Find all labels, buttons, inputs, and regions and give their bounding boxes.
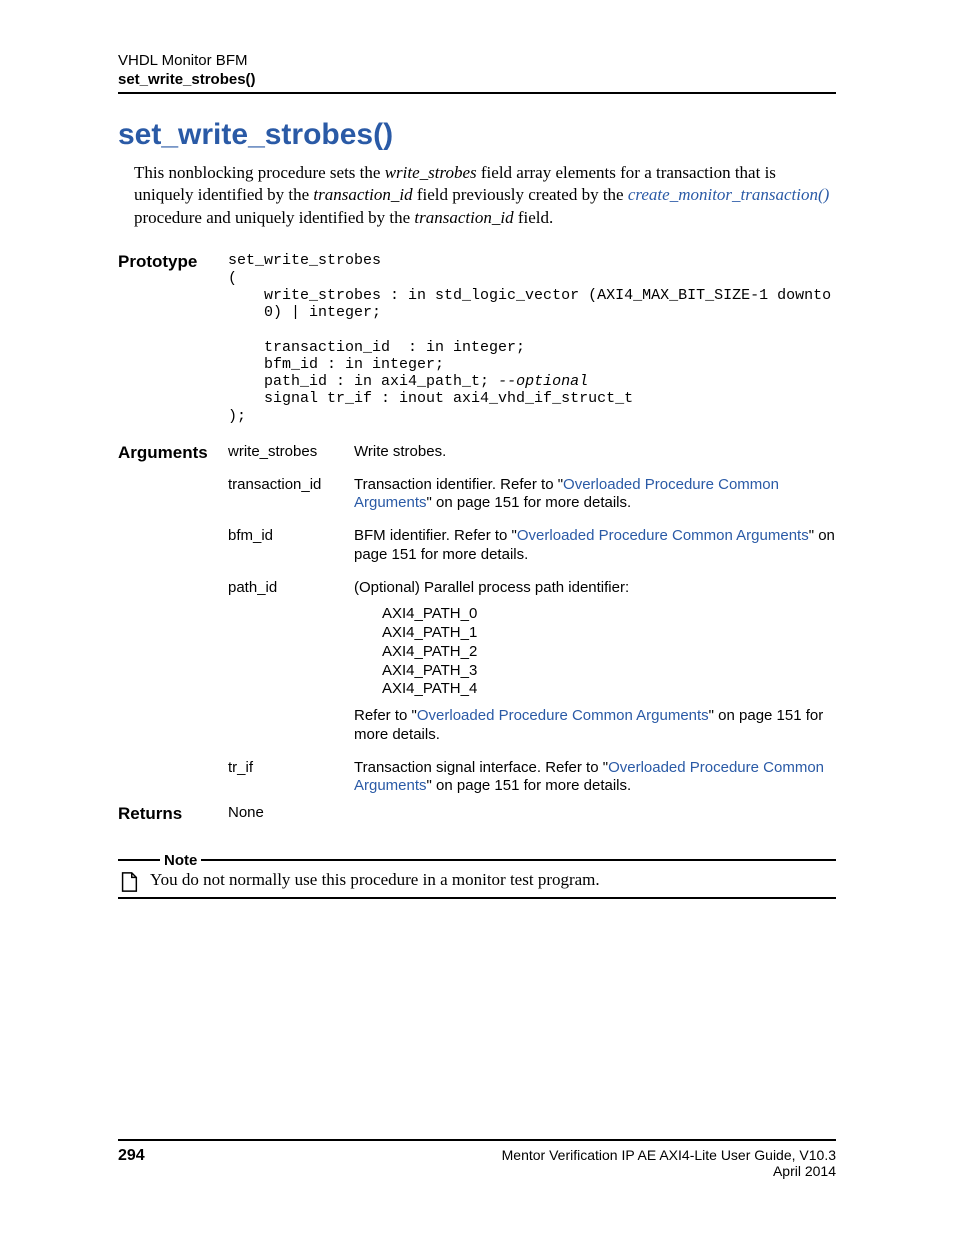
arg-desc: Transaction identifier. Refer to "Overlo… xyxy=(354,476,836,514)
arg-name: path_id xyxy=(228,579,354,745)
arg-name: write_strobes xyxy=(228,443,354,462)
link-create-monitor-transaction[interactable]: create_monitor_transaction() xyxy=(628,185,829,204)
note-label: Note xyxy=(160,852,201,869)
running-header: VHDL Monitor BFM set_write_strobes() xyxy=(118,52,836,94)
note-text: You do not normally use this procedure i… xyxy=(150,870,600,890)
arg-row-write-strobes: write_strobes Write strobes. xyxy=(228,443,836,462)
arg-row-path-id: path_id (Optional) Parallel process path… xyxy=(228,579,836,745)
label-prototype: Prototype xyxy=(118,252,228,272)
label-arguments: Arguments xyxy=(118,443,228,463)
arg-desc: (Optional) Parallel process path identif… xyxy=(354,579,836,745)
label-returns: Returns xyxy=(118,804,228,824)
header-line-1: VHDL Monitor BFM xyxy=(118,52,836,71)
header-line-2: set_write_strobes() xyxy=(118,71,836,90)
intro-paragraph: This nonblocking procedure sets the writ… xyxy=(134,162,836,231)
link-overloaded-args[interactable]: Overloaded Procedure Common Arguments xyxy=(417,707,709,724)
arg-row-tr-if: tr_if Transaction signal interface. Refe… xyxy=(228,759,836,797)
note-block: Note You do not normally use this proced… xyxy=(118,850,836,899)
returns-value: None xyxy=(228,804,264,821)
arg-name: transaction_id xyxy=(228,476,354,514)
arg-name: bfm_id xyxy=(228,527,354,565)
arg-desc: Write strobes. xyxy=(354,443,836,462)
footer-guide: Mentor Verification IP AE AXI4-Lite User… xyxy=(502,1147,836,1163)
page-number: 294 xyxy=(118,1147,145,1165)
page-title: set_write_strobes() xyxy=(118,118,836,152)
arg-row-bfm-id: bfm_id BFM identifier. Refer to "Overloa… xyxy=(228,527,836,565)
note-rule xyxy=(201,859,836,861)
note-rule xyxy=(118,859,160,861)
path-list: AXI4_PATH_0 AXI4_PATH_1 AXI4_PATH_2 AXI4… xyxy=(382,605,836,699)
prototype-code: set_write_strobes ( write_strobes : in s… xyxy=(228,252,836,425)
arg-name: tr_if xyxy=(228,759,354,797)
note-page-icon xyxy=(118,871,140,893)
page-footer: 294 Mentor Verification IP AE AXI4-Lite … xyxy=(118,1139,836,1179)
arg-row-transaction-id: transaction_id Transaction identifier. R… xyxy=(228,476,836,514)
arg-desc: BFM identifier. Refer to "Overloaded Pro… xyxy=(354,527,836,565)
arg-desc: Transaction signal interface. Refer to "… xyxy=(354,759,836,797)
footer-date: April 2014 xyxy=(502,1163,836,1179)
link-overloaded-args[interactable]: Overloaded Procedure Common Arguments xyxy=(517,527,809,544)
